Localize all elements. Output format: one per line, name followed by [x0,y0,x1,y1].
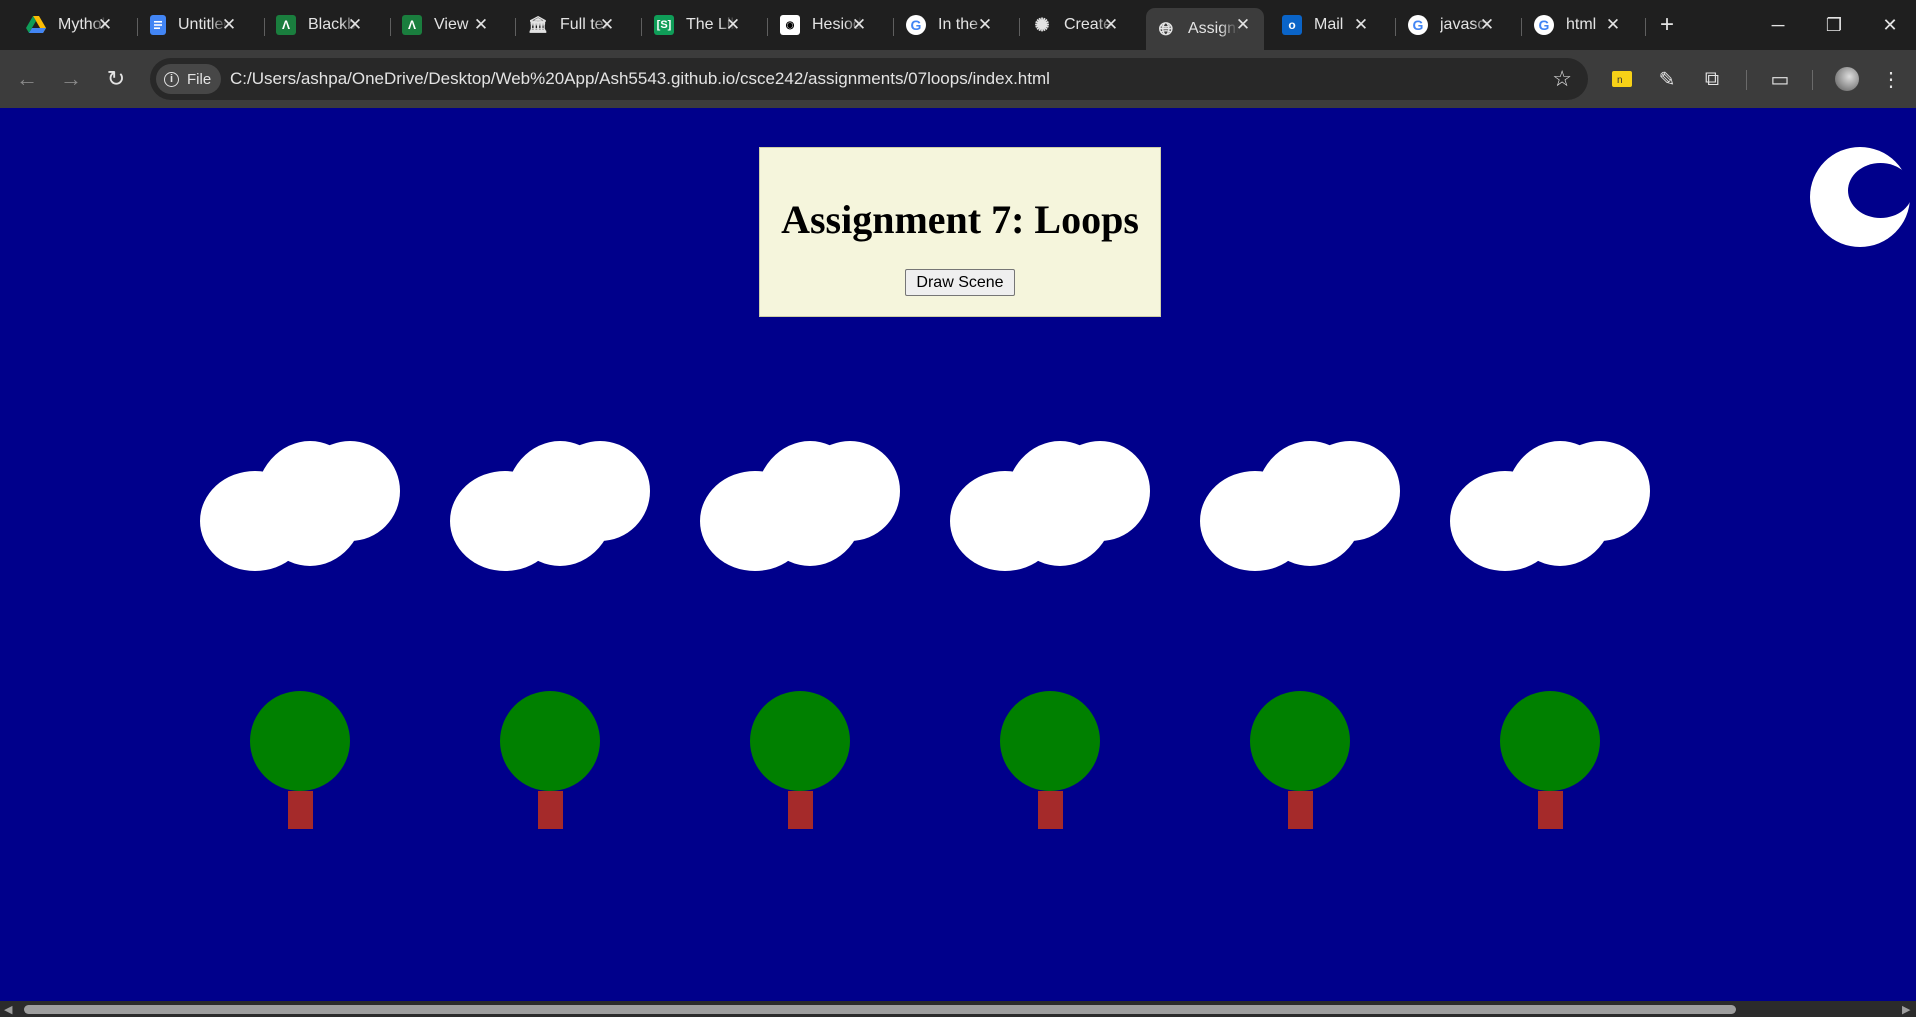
tab-html[interactable]: G html ✕ [1524,8,1634,42]
page-title: Assignment 7: Loops [781,197,1139,242]
tab-assignment[interactable]: 🌐︎ Assignment ✕ [1146,8,1264,50]
scroll-left-icon[interactable]: ◀ [4,1003,12,1016]
close-icon[interactable]: ✕ [1350,14,1372,36]
close-icon[interactable]: ✕ [344,14,366,36]
cloud [1450,441,1650,571]
cloud [200,441,400,571]
menu-icon[interactable]: ⋮ [1876,64,1906,94]
minimize-icon[interactable]: ─ [1750,0,1806,50]
cloud [950,441,1150,571]
tree [250,691,350,831]
url-text[interactable]: C:/Users/ashpa/OneDrive/Desktop/Web%20Ap… [230,58,1050,100]
draw-scene-button[interactable]: Draw Scene [905,269,1015,296]
tab-the-library[interactable]: [S] The Library ✕ [644,8,754,42]
tree [750,691,850,831]
google-drive-icon [26,15,46,35]
puzzle-icon[interactable]: ⧉ [1697,64,1727,94]
close-icon[interactable]: ✕ [1602,14,1624,36]
tree [500,691,600,831]
tree [1000,691,1100,831]
google-icon: G [1534,15,1554,35]
moon [1810,147,1913,247]
tab-hesiod[interactable]: ◉ Hesiod ✕ [770,8,880,42]
tab-full-text[interactable]: 🏛 Full text ✕ [518,8,628,42]
page-content: Assignment 7: Loops Draw Scene [0,108,1916,1001]
library-icon: 🏛 [527,17,549,34]
close-icon[interactable]: ✕ [722,14,744,36]
tree [1250,691,1350,831]
extension-icon[interactable]: n [1607,64,1637,94]
svg-text:n: n [1617,75,1623,86]
tab-mail[interactable]: o Mail ✕ [1272,8,1382,42]
tab-title: Assignment [1188,20,1238,37]
new-tab-button[interactable]: + [1652,10,1682,40]
close-icon[interactable]: ✕ [974,14,996,36]
cloud [450,441,650,571]
browser-toolbar: ← → ↻ i File C:/Users/ashpa/OneDrive/Des… [0,50,1916,108]
close-icon[interactable]: ✕ [1476,14,1498,36]
google-docs-icon [150,15,166,35]
cloud [1200,441,1400,571]
tab-javascript[interactable]: G javascript ✕ [1398,8,1508,42]
close-icon[interactable]: ✕ [218,14,240,36]
window-close-icon[interactable]: ✕ [1862,0,1916,50]
eyedropper-icon[interactable]: ✎ [1652,64,1682,94]
reload-icon[interactable]: ↻ [101,64,131,94]
title-panel: Assignment 7: Loops Draw Scene [759,147,1161,317]
scroll-right-icon[interactable]: ▶ [1902,1003,1910,1016]
globe-icon: 🌐︎ [1158,18,1174,39]
close-icon[interactable]: ✕ [1100,14,1122,36]
close-icon[interactable]: ✕ [1232,14,1254,36]
tab-untitled[interactable]: Untitled ✕ [140,8,250,42]
cloud [700,441,900,571]
close-icon[interactable]: ✕ [470,14,492,36]
restore-icon[interactable]: ❐ [1806,0,1862,50]
blackboard-icon: Λ [276,15,296,35]
back-icon[interactable]: ← [12,64,42,94]
blackboard-icon: Λ [402,15,422,35]
info-icon: i [164,71,179,87]
forward-icon[interactable]: → [56,64,86,94]
site-info-chip[interactable]: i File [156,64,222,94]
cast-icon[interactable]: ▭ [1765,64,1795,94]
close-icon[interactable]: ✕ [94,14,116,36]
tab-create[interactable]: ✺ Create ✕ [1022,8,1132,42]
scrollbar-thumb[interactable] [24,1005,1736,1014]
close-icon[interactable]: ✕ [848,14,870,36]
google-icon: G [1408,15,1428,35]
site-icon: ◉ [780,15,800,35]
sheets-icon: [S] [654,15,674,35]
openai-icon: ✺ [1034,14,1050,35]
tree [1500,691,1600,831]
address-bar[interactable]: i File C:/Users/ashpa/OneDrive/Desktop/W… [150,58,1588,100]
tab-strip: Mythology ✕ Untitled ✕ Λ Blackboard ✕ Λ … [0,0,1916,50]
tab-in-the[interactable]: G In the ✕ [896,8,1006,42]
scheme-label: File [187,70,212,88]
tab-view[interactable]: Λ View ✕ [392,8,502,42]
tab-mythology[interactable]: Mythology ✕ [16,8,126,42]
avatar[interactable] [1832,64,1862,94]
outlook-icon: o [1282,15,1302,35]
google-icon: G [906,15,926,35]
bookmark-star-icon[interactable]: ☆ [1552,66,1572,92]
close-icon[interactable]: ✕ [596,14,618,36]
tab-blackboard[interactable]: Λ Blackboard ✕ [266,8,376,42]
horizontal-scrollbar[interactable]: ◀ ▶ [0,1001,1916,1017]
